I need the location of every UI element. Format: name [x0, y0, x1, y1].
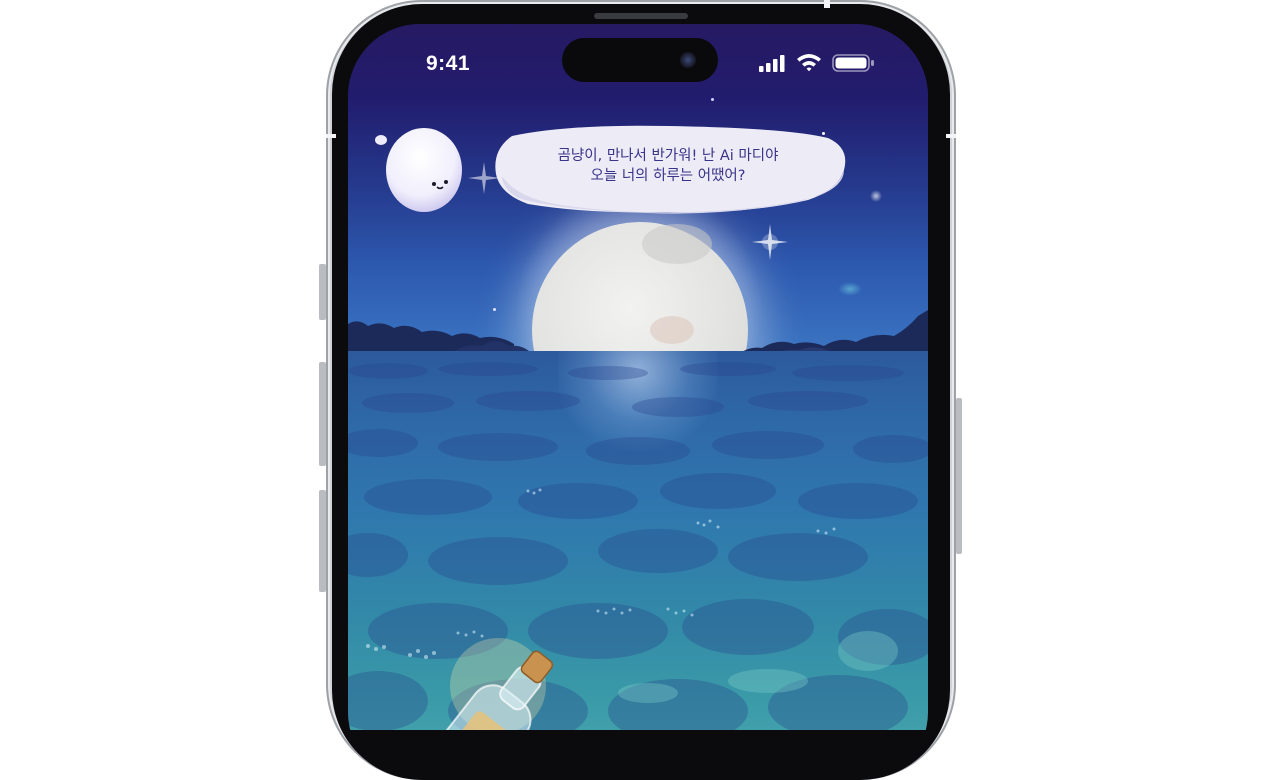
speech-bubble: 곰냥이, 만나서 반가워! 난 Ai 마디야 오늘 너의 하루는 어땠어?: [488, 124, 848, 216]
dynamic-island: [562, 38, 718, 82]
speech-line-1: 곰냥이, 만나서 반가워! 난 Ai 마디야: [557, 148, 779, 164]
small-star: [838, 282, 862, 296]
sparkle-star: [752, 224, 788, 260]
power-button: [956, 398, 962, 554]
message-bottle[interactable]: [418, 634, 578, 730]
battery-icon: [832, 54, 874, 72]
app-screen: 곰냥이, 만나서 반가워! 난 Ai 마디야 오늘 너의 하루는 어땠어? 9:…: [348, 24, 928, 730]
speech-bubble-text: 곰냥이, 만나서 반가워! 난 Ai 마디야 오늘 너의 하루는 어땠어?: [488, 146, 848, 186]
moon-crater: [642, 224, 712, 264]
small-star: [711, 98, 714, 101]
small-star: [870, 190, 882, 202]
mascot-ghost[interactable]: [368, 124, 468, 216]
front-camera-icon: [680, 52, 696, 68]
distant-islands: [348, 310, 928, 356]
volume-up-button: [319, 362, 326, 466]
speech-line-2: 오늘 너의 하루는 어땠어?: [590, 168, 746, 184]
cellular-signal-icon: [759, 55, 785, 72]
wifi-icon: [797, 54, 821, 72]
status-time: 9:41: [426, 52, 471, 75]
status-bar: 9:41: [348, 24, 928, 94]
volume-down-button: [319, 490, 326, 592]
action-button: [319, 264, 326, 320]
